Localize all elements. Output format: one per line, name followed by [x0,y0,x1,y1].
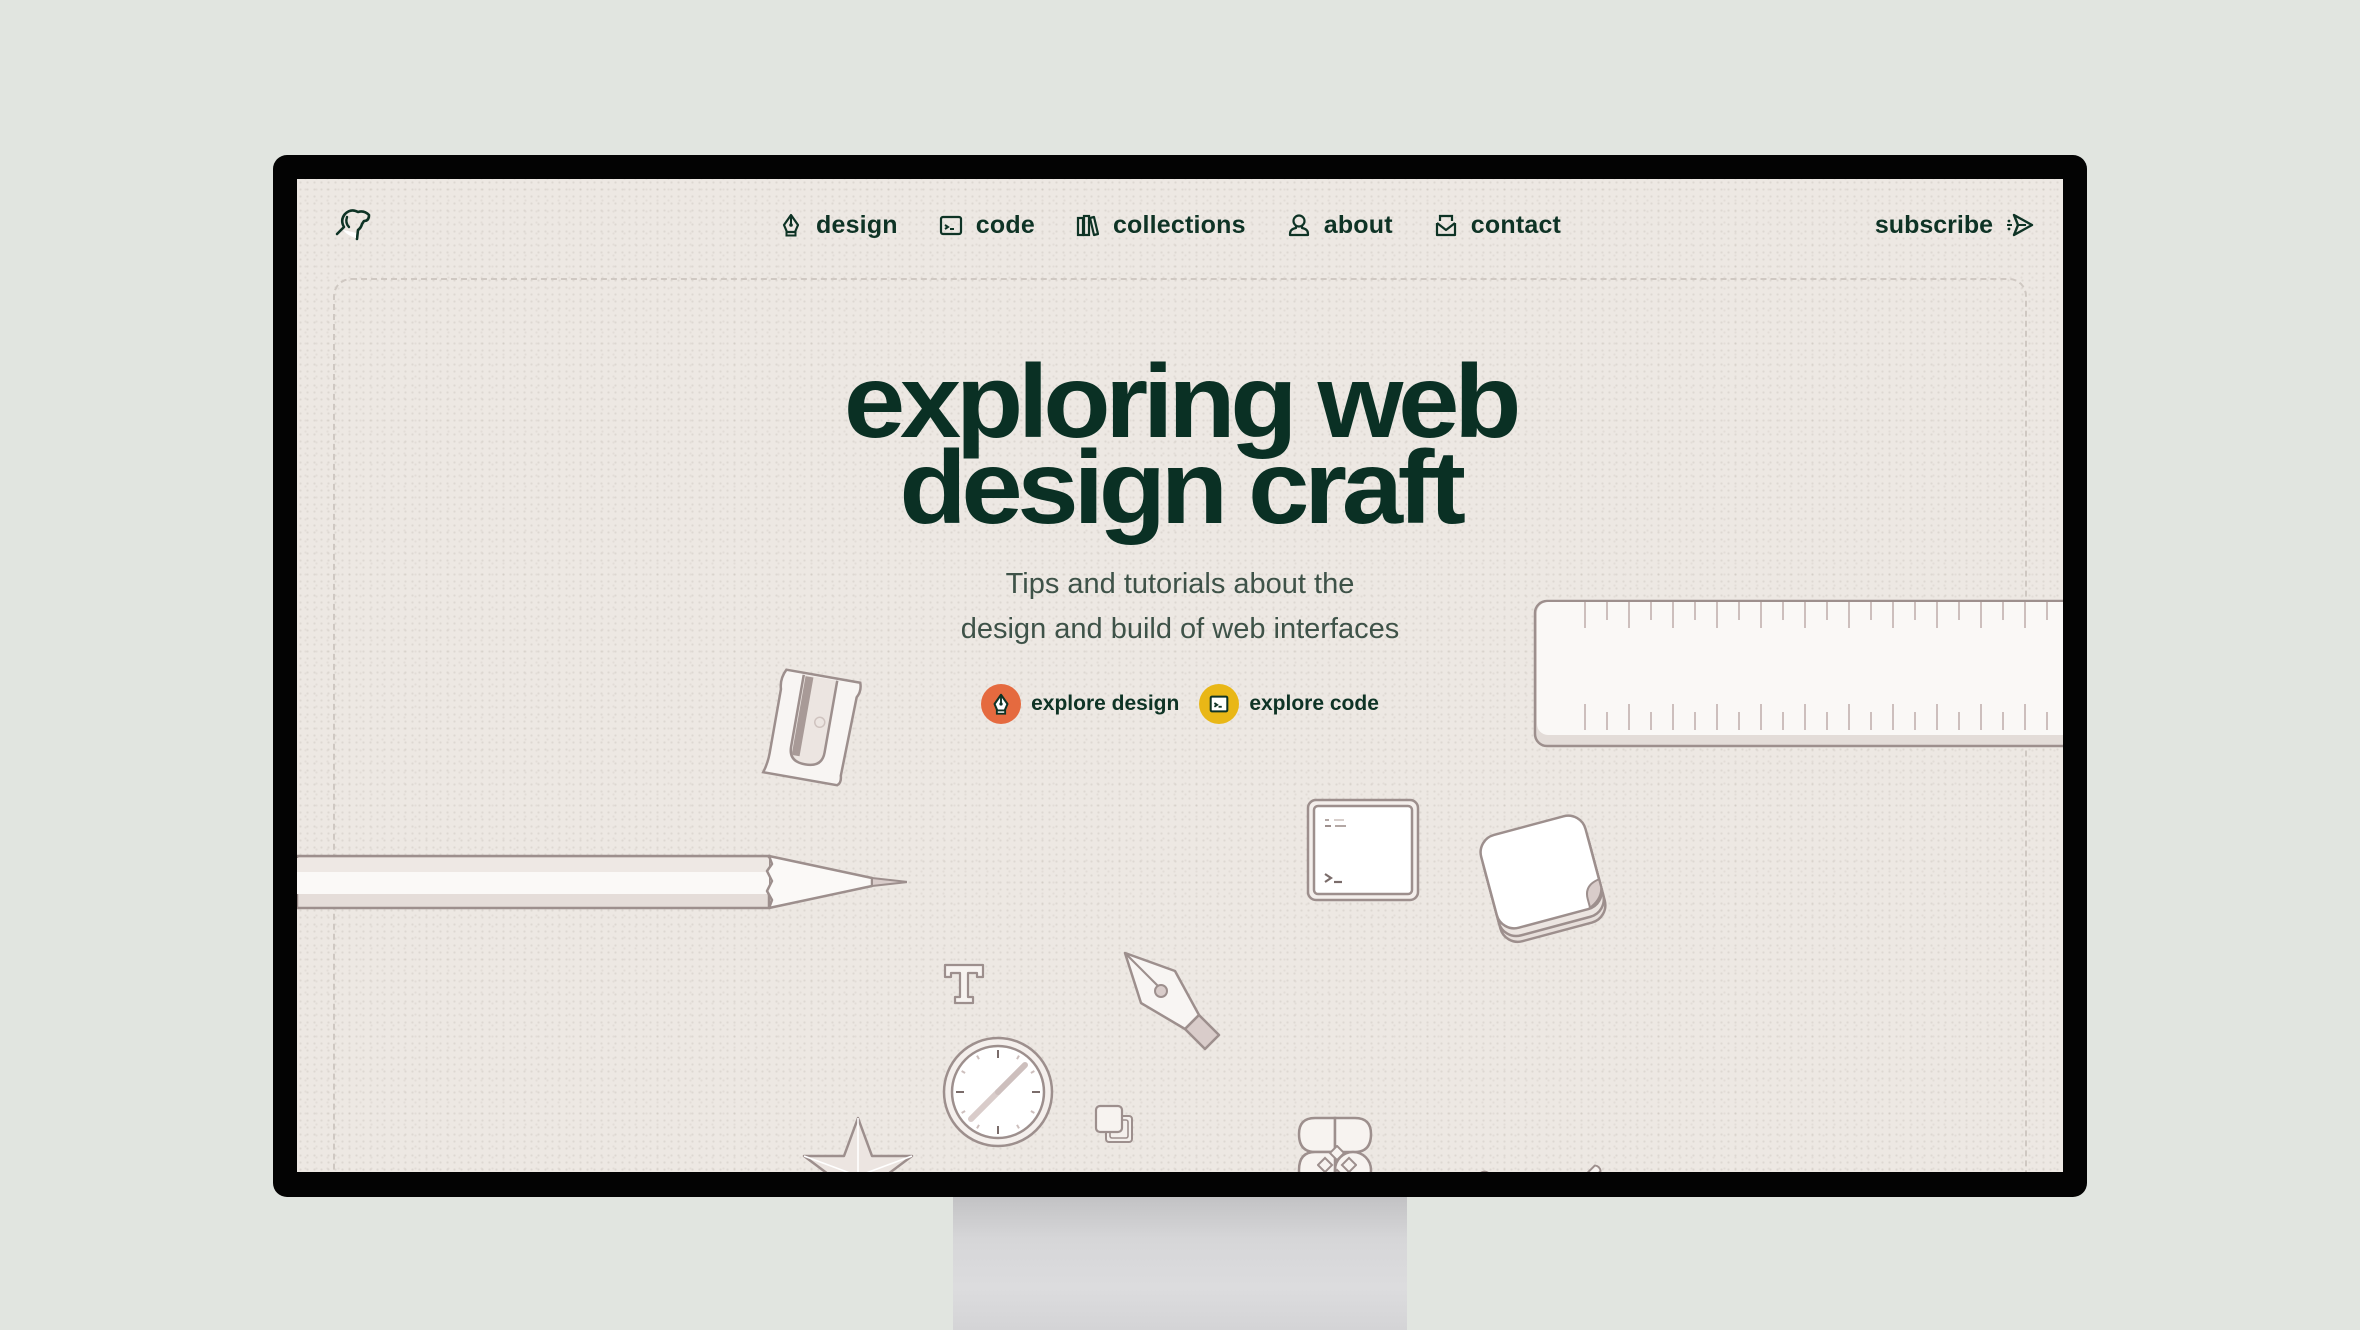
pencil-illustration [297,854,907,910]
nav-item-collections[interactable]: collections [1075,211,1246,240]
explore-code-button[interactable]: explore code [1199,684,1379,724]
type-tool-illustration [943,963,985,1005]
nav-label: design [816,210,898,239]
monitor-stand [953,1190,1407,1330]
explore-design-label: explore design [1031,692,1180,715]
title-line-2: design craft [899,430,1466,546]
nav-item-about[interactable]: about [1286,211,1393,240]
notes-app-illustration [1479,814,1607,944]
terminal-window-illustration [1306,798,1420,902]
explore-design-button[interactable]: explore design [981,684,1179,724]
subscribe-button[interactable]: subscribe [1875,205,2035,245]
nav-label: code [975,210,1035,239]
star-illustration [802,1116,914,1172]
nav-label: contact [1470,210,1562,239]
explore-code-badge [1199,684,1240,724]
compass-illustration [942,1036,1054,1148]
paintbrush-illustration [1578,1164,1602,1172]
terminal-icon [939,215,962,236]
terminal-icon [1210,695,1229,713]
page-title: exploring web design craft [297,350,2063,546]
website-screen: design code collections about contact su… [297,179,2063,1172]
nav-item-design[interactable]: design [778,211,898,240]
sharpener-illustration [761,668,862,787]
explore-design-badge [981,684,1022,724]
layers-illustration [1094,1104,1133,1143]
dog-head-logo-icon[interactable] [331,203,375,247]
nav-label: collections [1112,210,1246,239]
books-icon [1076,214,1100,237]
figma-components-icon [1319,972,1361,1014]
envelope-icon [1435,214,1456,237]
small-pencil-illustration [1470,1170,1509,1172]
nav-item-contact[interactable]: contact [1433,211,1561,240]
pen-nib-icon [993,693,1009,715]
explore-code-label: explore code [1249,692,1379,715]
pen-nib-illustration [1123,951,1221,1051]
ruler-illustration [1533,599,2063,748]
nav-item-code[interactable]: code [938,211,1035,240]
subscribe-label: subscribe [1874,210,1993,239]
paper-plane-icon [2007,213,2034,237]
person-icon [1288,214,1309,237]
main-nav: design code collections about contact [778,205,1601,245]
nav-label: about [1323,210,1393,239]
pen-nib-icon [782,213,800,237]
components-diamonds-illustration [1317,1145,1357,1172]
